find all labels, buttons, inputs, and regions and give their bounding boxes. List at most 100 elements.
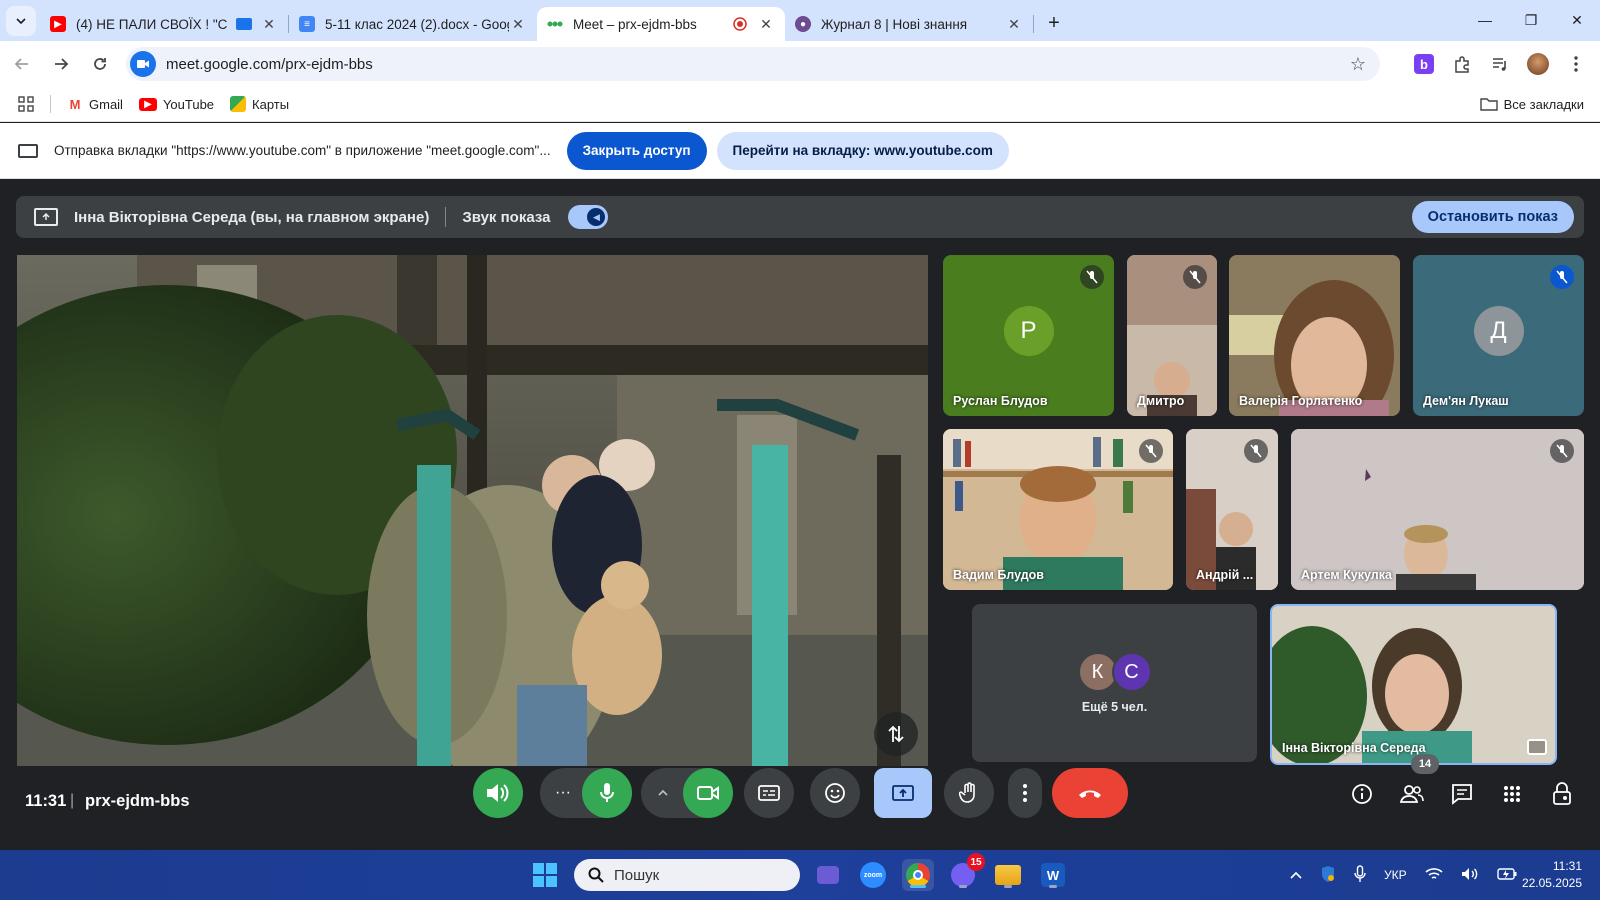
reload-button[interactable] bbox=[83, 47, 117, 81]
tab-journal[interactable]: ● Журнал 8 | Нові знання ✕ bbox=[785, 7, 1033, 41]
address-bar[interactable]: meet.google.com/prx-ejdm-bbs ☆ bbox=[126, 47, 1380, 81]
profile-button[interactable] bbox=[1522, 47, 1554, 81]
wifi-icon[interactable] bbox=[1425, 867, 1443, 884]
chevron-up-icon[interactable] bbox=[1290, 868, 1302, 882]
taskbar-app-file-explorer[interactable] bbox=[992, 859, 1024, 891]
tab-youtube[interactable]: ▶ (4) НЕ ПАЛИ СВОЇХ ! "СПА... ✕ bbox=[40, 7, 288, 41]
taskbar-clock[interactable]: 11:31 22.05.2025 bbox=[1522, 858, 1582, 892]
tab-docs[interactable]: ≡ 5-11 клас 2024 (2).docx - Goog... ✕ bbox=[289, 7, 537, 41]
browser-menu-button[interactable] bbox=[1560, 47, 1592, 81]
participant-name: Вадим Блудов bbox=[953, 568, 1044, 582]
windows-logo-icon bbox=[546, 863, 557, 874]
taskbar-app-word[interactable]: W bbox=[1037, 859, 1069, 891]
windows-taskbar: Пошук zoom 15 W УКР 11:31 22.05.2025 bbox=[0, 850, 1600, 900]
taskbar-app-meet[interactable] bbox=[812, 859, 844, 891]
participant-tile[interactable]: Д Дем'ян Лукаш bbox=[1413, 255, 1584, 416]
raise-hand-button[interactable] bbox=[944, 768, 994, 818]
lock-person-icon bbox=[1553, 782, 1571, 805]
more-dots-icon: ··· bbox=[555, 784, 571, 801]
extension-b-button[interactable]: b bbox=[1408, 47, 1440, 81]
more-participants-label: Ещё 5 чел. bbox=[1081, 700, 1148, 714]
participant-tile[interactable]: Валерія Горлатенко bbox=[1229, 255, 1400, 416]
host-controls-button[interactable] bbox=[1546, 778, 1578, 810]
meeting-details-button[interactable] bbox=[1346, 778, 1378, 810]
volume-icon[interactable] bbox=[1461, 867, 1479, 884]
microphone-button[interactable] bbox=[582, 768, 632, 818]
self-view-tile[interactable]: Інна Вікторівна Середа bbox=[1270, 604, 1557, 765]
battery-icon[interactable] bbox=[1496, 867, 1517, 883]
maximize-button[interactable]: ❐ bbox=[1508, 0, 1554, 40]
folder-icon bbox=[1479, 98, 1498, 111]
go-to-tab-button[interactable]: Перейти на вкладку: www.youtube.com bbox=[716, 131, 1009, 170]
participant-avatar: Д bbox=[1473, 305, 1524, 356]
presentation-sound-toggle[interactable]: ◀ bbox=[568, 205, 609, 229]
clock-divider: | bbox=[70, 792, 75, 809]
meeting-clock: 11:31 bbox=[25, 792, 67, 810]
participant-tile[interactable]: Андрій ... bbox=[1186, 429, 1278, 590]
more-participants-tile[interactable]: К С Ещё 5 чел. bbox=[972, 604, 1257, 762]
bookmark-youtube[interactable]: ▶ YouTube bbox=[138, 97, 214, 112]
input-language[interactable]: УКР bbox=[1384, 868, 1407, 882]
tab-search-button[interactable] bbox=[6, 6, 36, 36]
windows-start-button[interactable] bbox=[533, 863, 557, 887]
close-window-button[interactable]: ✕ bbox=[1554, 0, 1600, 40]
present-now-button[interactable] bbox=[874, 768, 932, 818]
bookmark-maps[interactable]: Карты bbox=[230, 96, 289, 112]
extensions-button[interactable] bbox=[1446, 47, 1478, 81]
forward-button[interactable] bbox=[44, 47, 78, 81]
taskbar-app-chrome[interactable] bbox=[902, 859, 934, 891]
presentation-audio-button[interactable] bbox=[473, 768, 523, 818]
pip-icon[interactable] bbox=[1527, 739, 1547, 755]
mic-off-icon bbox=[1244, 439, 1268, 463]
participant-tile[interactable]: Р Руслан Блудов bbox=[943, 255, 1114, 416]
audio-options-button[interactable]: ··· bbox=[546, 768, 580, 818]
apps-button[interactable] bbox=[18, 96, 34, 112]
camera-button[interactable] bbox=[683, 768, 733, 818]
video-options-button[interactable] bbox=[646, 768, 680, 818]
close-tab-icon[interactable]: ✕ bbox=[1005, 16, 1023, 33]
folder-icon bbox=[995, 865, 1021, 885]
search-icon bbox=[588, 867, 604, 883]
bookmark-gmail[interactable]: M Gmail bbox=[67, 96, 123, 112]
participant-tile[interactable]: Вадим Блудов bbox=[943, 429, 1173, 590]
swap-layout-button[interactable] bbox=[874, 712, 918, 756]
back-button[interactable] bbox=[5, 47, 39, 81]
participant-name: Дмитро bbox=[1137, 394, 1185, 408]
close-tab-icon[interactable]: ✕ bbox=[509, 16, 527, 33]
close-tab-icon[interactable]: ✕ bbox=[757, 16, 775, 33]
media-controls-button[interactable] bbox=[1484, 47, 1516, 81]
participant-tile[interactable]: Артем Кукулка bbox=[1291, 429, 1584, 590]
bookmark-star-icon[interactable]: ☆ bbox=[1350, 54, 1366, 75]
reactions-button[interactable] bbox=[810, 768, 860, 818]
captions-button[interactable] bbox=[744, 768, 794, 818]
tab-meet[interactable]: Meet – prx-ejdm-bbs ✕ bbox=[537, 7, 785, 41]
video-call-icon bbox=[817, 866, 839, 884]
tab-title: Журнал 8 | Нові знання bbox=[821, 16, 968, 32]
all-bookmarks-button[interactable]: Все закладки bbox=[1479, 97, 1584, 112]
taskbar-app-zoom[interactable]: zoom bbox=[857, 859, 889, 891]
security-shield-icon[interactable] bbox=[1320, 865, 1336, 886]
new-tab-button[interactable]: + bbox=[1040, 9, 1068, 37]
leave-call-button[interactable] bbox=[1052, 768, 1128, 818]
volume-icon: ◀ bbox=[587, 208, 606, 226]
site-info-icon[interactable] bbox=[130, 51, 156, 77]
close-tab-icon[interactable]: ✕ bbox=[260, 16, 278, 33]
chat-icon bbox=[1452, 784, 1472, 805]
chat-button[interactable] bbox=[1446, 778, 1478, 810]
taskbar-search[interactable]: Пошук bbox=[574, 859, 800, 891]
participant-tile[interactable]: Дмитро bbox=[1127, 255, 1217, 416]
mic-off-icon bbox=[1080, 265, 1104, 289]
more-options-button[interactable] bbox=[1008, 768, 1042, 818]
microphone-icon[interactable] bbox=[1354, 864, 1366, 886]
activities-button[interactable] bbox=[1496, 778, 1528, 810]
taskbar-app-viber[interactable]: 15 bbox=[947, 853, 985, 891]
search-placeholder: Пошук bbox=[614, 866, 660, 884]
sharing-message: Отправка вкладки "https://www.youtube.co… bbox=[54, 143, 551, 158]
stop-presenting-button[interactable]: Остановить показ bbox=[1411, 201, 1574, 233]
bookmark-label: Карты bbox=[252, 96, 290, 112]
url-text[interactable]: meet.google.com/prx-ejdm-bbs bbox=[166, 56, 373, 73]
people-button[interactable] bbox=[1396, 778, 1428, 810]
stop-sharing-button[interactable]: Закрыть доступ bbox=[566, 131, 707, 170]
minimize-button[interactable]: — bbox=[1462, 0, 1508, 40]
info-icon bbox=[1352, 784, 1372, 804]
